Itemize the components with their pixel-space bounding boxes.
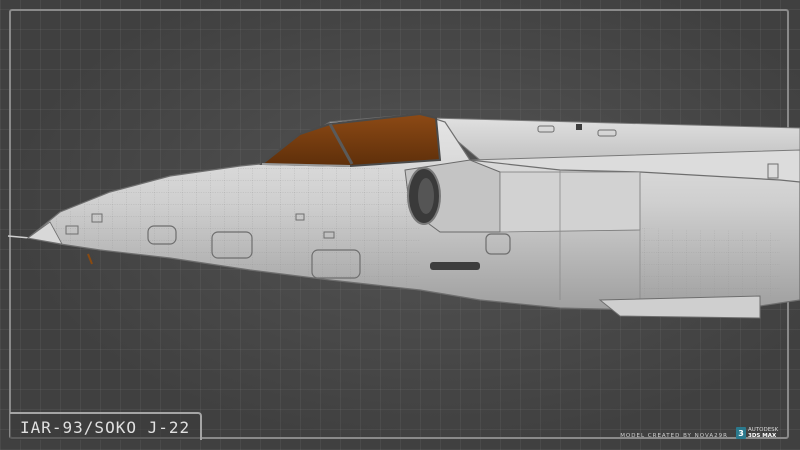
autodesk-3ds-max-logo: 3 AUTODESK 3DS MAX [736,427,778,439]
model-credit: MODEL CREATED BY NOVA29R [620,433,728,439]
aircraft-render [7,112,800,319]
gun-port [430,262,480,270]
side-panel [499,171,641,233]
canopy [259,112,442,168]
title-box: IAR-93/SOKO J-22 [10,412,203,440]
logo-line-2: 3DS MAX [748,433,777,439]
aircraft-title: IAR-93/SOKO J-22 [20,417,191,437]
pitot-probe [7,235,31,239]
pylon [598,295,761,319]
panel-lines [32,164,420,288]
logo-text: AUTODESK 3DS MAX [748,427,778,439]
antenna [87,253,93,265]
autodesk-logo-icon: 3 [736,427,746,439]
